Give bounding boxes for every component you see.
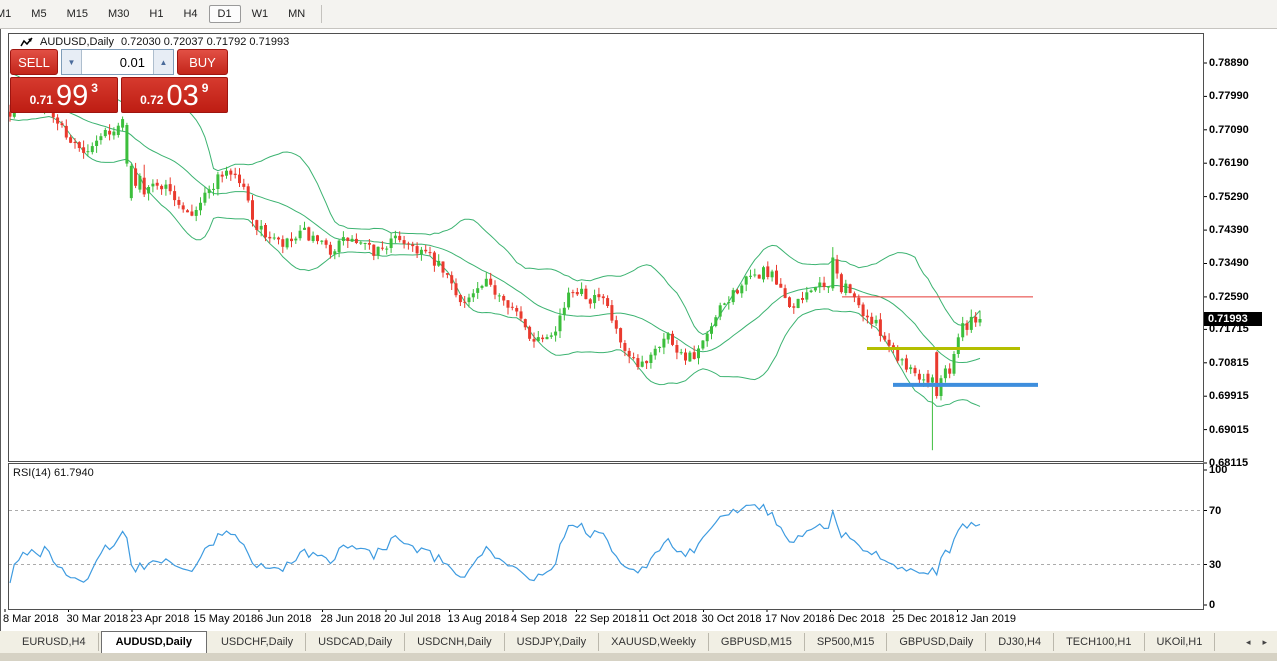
date-label: 6 Dec 2018 xyxy=(829,613,885,625)
chart-tab-bar: EURUSD,H4AUDUSD,DailyUSDCHF,DailyUSDCAD,… xyxy=(0,631,1277,653)
rsi-axis-label: 30 xyxy=(1209,559,1221,571)
price-axis-label: 0.75290 xyxy=(1209,191,1249,203)
date-label: 25 Dec 2018 xyxy=(892,613,954,625)
price-axis-label: 0.69915 xyxy=(1209,390,1249,402)
chart-tab-gbpusd-m15[interactable]: GBPUSD,M15 xyxy=(709,633,805,651)
date-label: 11 Oct 2018 xyxy=(638,613,697,625)
chart-tab-usdjpy-daily[interactable]: USDJPY,Daily xyxy=(505,633,600,651)
price-axis-label: 0.70815 xyxy=(1209,357,1249,369)
sell-price-display[interactable]: 0.71993 xyxy=(10,77,118,113)
date-label: 17 Nov 2018 xyxy=(765,613,827,625)
price-axis-label: 0.77090 xyxy=(1209,124,1249,136)
chart-tab-audusd-daily[interactable]: AUDUSD,Daily xyxy=(101,631,207,653)
sell-price-pipette: 3 xyxy=(91,81,98,95)
date-label: 15 May 2018 xyxy=(194,613,258,625)
tab-scroll-arrows: ◂ ▸ xyxy=(1246,637,1267,648)
chart-title: AUDUSD,Daily xyxy=(40,36,114,48)
chart-tab-tech100-h1[interactable]: TECH100,H1 xyxy=(1054,633,1144,651)
trade-panel: SELL ▼ ▲ BUY 0.71993 0.7203 9 xyxy=(10,49,228,113)
rsi-indicator-label: RSI(14) 61.7940 xyxy=(13,467,94,479)
chart-tab-usdcad-daily[interactable]: USDCAD,Daily xyxy=(306,633,405,651)
horizontal-level-lines xyxy=(842,297,1038,385)
price-axis-label: 0.76190 xyxy=(1209,157,1249,169)
rsi-line xyxy=(10,505,980,584)
date-label: 22 Sep 2018 xyxy=(575,613,637,625)
bollinger-middle-band xyxy=(10,96,980,363)
chart-tab-dj30-h4[interactable]: DJ30,H4 xyxy=(986,633,1054,651)
axis-ticks xyxy=(5,63,1207,612)
price-axis-label: 0.74390 xyxy=(1209,224,1249,236)
price-axis-label: 0.69015 xyxy=(1209,424,1249,436)
chart-tab-ukoil-h1[interactable]: UKOil,H1 xyxy=(1145,633,1216,651)
price-axis-label: 0.78890 xyxy=(1209,57,1249,69)
chart-tab-gbpusd-daily[interactable]: GBPUSD,Daily xyxy=(887,633,986,651)
buy-price-pipette: 9 xyxy=(202,81,209,95)
price-axis-label: 0.72590 xyxy=(1209,291,1249,303)
sell-button[interactable]: SELL xyxy=(10,49,58,75)
date-label: 6 Jun 2018 xyxy=(257,613,311,625)
date-label: 8 Mar 2018 xyxy=(3,613,59,625)
date-label: 20 Jul 2018 xyxy=(384,613,441,625)
chart-tab-usdcnh-daily[interactable]: USDCNH,Daily xyxy=(405,633,505,651)
rsi-axis-label: 100 xyxy=(1209,464,1227,476)
chart-tab-usdchf-daily[interactable]: USDCHF,Daily xyxy=(209,633,306,651)
tab-scroll-right-icon[interactable]: ▸ xyxy=(1262,637,1267,648)
buy-price-display[interactable]: 0.7203 9 xyxy=(121,77,229,113)
buy-price-prefix: 0.72 xyxy=(140,93,163,112)
chart-icon xyxy=(20,37,33,48)
buy-price-big: 03 xyxy=(166,81,198,112)
volume-stepper: ▼ ▲ xyxy=(61,49,174,75)
down-arrow-icon: ▼ xyxy=(68,58,76,67)
date-label: 12 Jan 2019 xyxy=(956,613,1017,625)
chart-tab-sp500-m15[interactable]: SP500,M15 xyxy=(805,633,887,651)
date-label: 4 Sep 2018 xyxy=(511,613,567,625)
up-arrow-icon: ▲ xyxy=(160,58,168,67)
rsi-layer xyxy=(9,505,1202,584)
date-label: 13 Aug 2018 xyxy=(448,613,510,625)
tab-scroll-left-icon[interactable]: ◂ xyxy=(1246,637,1251,648)
rsi-axis-label: 70 xyxy=(1209,505,1221,517)
date-label: 23 Apr 2018 xyxy=(130,613,189,625)
bollinger-lower-band xyxy=(10,117,980,407)
bollinger-bands xyxy=(10,72,980,406)
price-axis-label: 0.77990 xyxy=(1209,90,1249,102)
volume-increase-button[interactable]: ▲ xyxy=(153,50,173,74)
rsi-axis-label: 0 xyxy=(1209,599,1215,611)
current-price-tag: 0.71993 xyxy=(1204,312,1262,326)
chart-ohlc-values: 0.72030 0.72037 0.71792 0.71993 xyxy=(121,36,289,48)
chart-tab-eurusd-h4[interactable]: EURUSD,H4 xyxy=(10,633,99,651)
trading-platform-window: M1M5M15M30H1H4D1W1MN AUDUSD,Daily 0.7203… xyxy=(0,0,1277,661)
price-axis-label: 0.73490 xyxy=(1209,257,1249,269)
sell-price-prefix: 0.71 xyxy=(30,93,53,112)
date-label: 30 Oct 2018 xyxy=(702,613,762,625)
buy-button[interactable]: BUY xyxy=(177,49,228,75)
chart-tab-xauusd-weekly[interactable]: XAUUSD,Weekly xyxy=(599,633,709,651)
date-label: 30 Mar 2018 xyxy=(67,613,129,625)
volume-input[interactable] xyxy=(82,50,153,74)
sell-price-big: 99 xyxy=(56,81,88,112)
volume-decrease-button[interactable]: ▼ xyxy=(62,50,82,74)
date-label: 28 Jun 2018 xyxy=(321,613,382,625)
chart-header: AUDUSD,Daily 0.72030 0.72037 0.71792 0.7… xyxy=(20,36,289,48)
